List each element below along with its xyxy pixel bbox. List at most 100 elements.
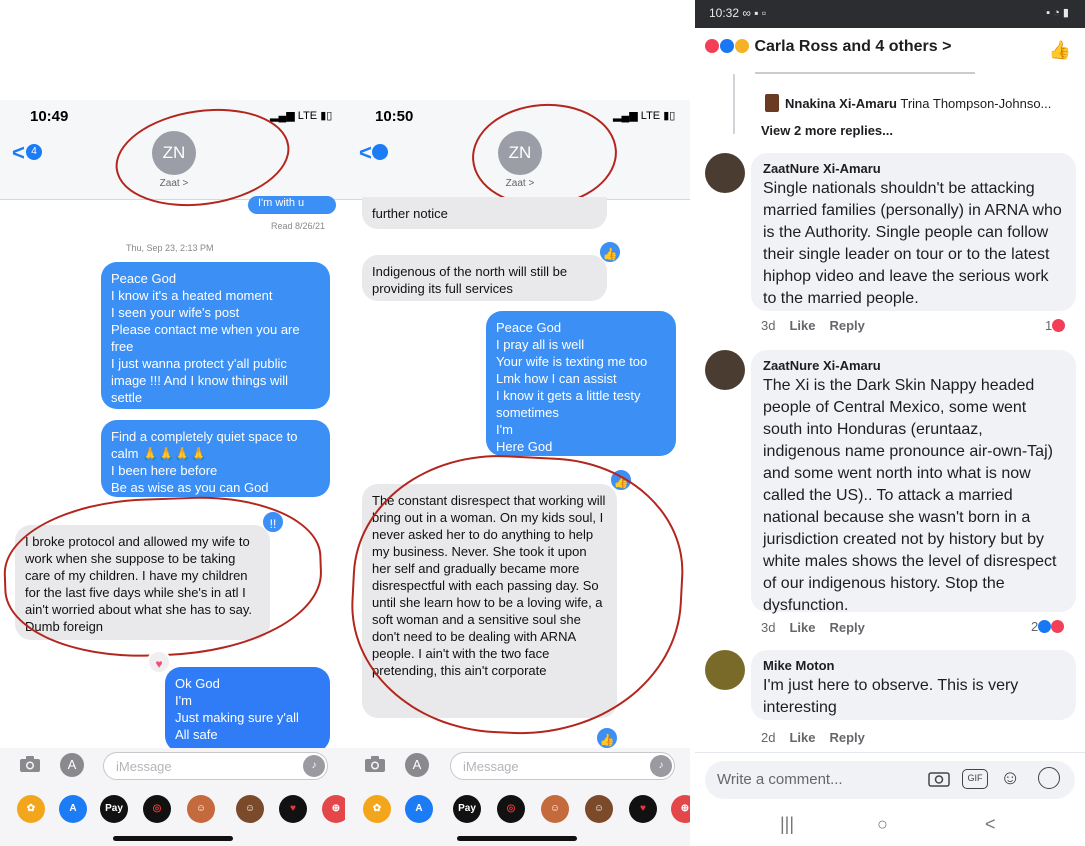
comment-author[interactable]: ZaatNure Xi-Amaru	[763, 160, 1064, 178]
app-store-icon[interactable]: A	[405, 753, 429, 777]
audio-record-icon[interactable]: ♪	[650, 755, 672, 777]
home-button[interactable]: ○	[877, 814, 888, 835]
android-nav-bar: ||| ○ <	[695, 806, 1085, 846]
web-search-icon[interactable]: ⊕	[322, 795, 345, 823]
status-icons: ▪ ◔ ▮	[1046, 7, 1069, 19]
thumbs-up-icon[interactable]: 👍	[1049, 40, 1071, 61]
compose-area: A iMessage ♪ ✿ A Pay ◎ ☺ ☺ ♥ ⊕	[0, 748, 345, 846]
hand-drawn-outline	[1, 492, 325, 662]
comment-actions: 3d Like Reply	[761, 620, 879, 635]
reply-preview-text: Trina Thompson-Johnso...	[900, 96, 1052, 111]
love-reaction-icon	[705, 39, 719, 53]
activity-icon[interactable]: ◎	[497, 795, 525, 823]
app-store-icon[interactable]: A	[59, 795, 87, 823]
message-sent-2[interactable]: Find a completely quiet space to calm 🙏🙏…	[101, 420, 330, 497]
back-button[interactable]: <	[985, 814, 996, 835]
apple-pay-icon[interactable]: Pay	[100, 795, 128, 823]
chevron-right-icon: >	[942, 38, 952, 55]
back-unread-badge[interactable]: 4	[26, 144, 42, 160]
like-button[interactable]: Like	[789, 730, 815, 745]
digital-touch-icon[interactable]: ♥	[629, 795, 657, 823]
reactions-header[interactable]: Carla Ross and 4 others >	[705, 38, 1075, 68]
comment-text: I'm just here to observe. This is very i…	[763, 677, 1019, 716]
like-button[interactable]: Like	[789, 318, 815, 333]
reaction-count[interactable]: 2	[1031, 619, 1065, 634]
facebook-comments-panel: 10:32 ∞ ▪ ▫ ▪ ◔ ▮ Carla Ross and 4 other…	[695, 0, 1085, 846]
message-sent-1[interactable]: Peace God I know it's a heated moment I …	[101, 262, 330, 409]
haha-reaction-icon	[735, 39, 749, 53]
comment-text: The Xi is the Dark Skin Nappy headed peo…	[763, 377, 1057, 614]
back-chevron-icon[interactable]: <	[12, 140, 25, 166]
commenter-avatar[interactable]	[705, 350, 745, 390]
back-chevron-icon[interactable]: <	[359, 140, 372, 166]
partial-actions-row	[755, 68, 975, 74]
imessage-panel-left: 10:49 ▂▄▆ LTE ▮▯ < 4 ZN Zaat > I'm with …	[0, 0, 345, 846]
commenter-avatar[interactable]	[705, 650, 745, 690]
photos-app-icon[interactable]: ✿	[17, 795, 45, 823]
compose-area: A iMessage ♪ ✿ A Pay ◎ ☺ ☺ ♥ ⊕	[345, 748, 690, 846]
camera-icon[interactable]	[363, 755, 387, 779]
home-indicator	[113, 836, 233, 841]
signal-icon: ▂▄▆	[270, 110, 298, 122]
notification-icons: ∞ ▪ ▫	[742, 6, 767, 20]
comment-text: Single nationals shouldn't be attacking …	[763, 180, 1062, 307]
android-status-bar: 10:32 ∞ ▪ ▫ ▪ ◔ ▮	[695, 0, 1085, 28]
like-reaction-icon	[1038, 620, 1052, 633]
comment-author[interactable]: ZaatNure Xi-Amaru	[763, 357, 1064, 375]
reply-preview[interactable]: Nnakina Xi-Amaru Trina Thompson-Johnso..…	[765, 94, 1080, 112]
message-sent-3[interactable]: Ok God I'm Just making sure y'all All sa…	[165, 667, 330, 752]
like-reaction-icon[interactable]: 👍	[595, 726, 619, 750]
comment-bubble[interactable]: ZaatNure Xi-Amaru The Xi is the Dark Ski…	[751, 350, 1076, 614]
memoji-icon[interactable]: ☺	[541, 795, 569, 823]
audio-record-icon[interactable]: ♪	[303, 755, 325, 777]
comment-bubble[interactable]: Mike Moton I'm just here to observe. Thi…	[751, 650, 1076, 720]
imessage-input[interactable]: iMessage	[103, 752, 328, 780]
digital-touch-icon[interactable]: ♥	[279, 795, 307, 823]
commenter-avatar[interactable]	[705, 153, 745, 193]
memoji-icon[interactable]: ☺	[187, 795, 215, 823]
like-button[interactable]: Like	[789, 620, 815, 635]
imessage-panel-right: 10:50 ▂▄▆ LTE ▮▯ < ZN Zaat > further not…	[345, 0, 690, 846]
reaction-count[interactable]: 1	[1045, 318, 1066, 333]
comment-time: 3d	[761, 318, 776, 333]
camera-icon[interactable]	[18, 755, 42, 779]
memoji-icon-2[interactable]: ☺	[236, 795, 264, 823]
app-tray: ✿ A Pay ◎ ☺ ☺ ♥ ⊕	[0, 795, 345, 823]
love-reaction-icon	[1052, 319, 1066, 332]
reply-button[interactable]: Reply	[829, 620, 864, 635]
message-sent-1[interactable]: Peace God I pray all is well Your wife i…	[486, 311, 676, 456]
app-store-icon[interactable]: A	[60, 753, 84, 777]
comment-composer: Write a comment... GIF ☺	[695, 752, 1085, 806]
comment-bubble[interactable]: ZaatNure Xi-Amaru Single nationals shoul…	[751, 153, 1076, 311]
emoji-icon[interactable]: ☺	[1000, 767, 1020, 790]
reply-author: Nnakina Xi-Amaru	[785, 96, 897, 111]
status-time: 10:50	[375, 108, 414, 125]
activity-icon[interactable]: ◎	[143, 795, 171, 823]
view-more-replies[interactable]: View 2 more replies...	[761, 123, 893, 138]
reply-avatar	[765, 94, 779, 112]
photos-app-icon[interactable]: ✿	[363, 795, 391, 823]
thread-line	[733, 74, 735, 134]
web-search-icon[interactable]: ⊕	[671, 795, 690, 823]
camera-icon[interactable]	[928, 769, 950, 792]
message-received-0[interactable]: further notice	[362, 197, 607, 229]
read-receipt: Read 8/26/21	[271, 221, 326, 231]
reply-button[interactable]: Reply	[829, 318, 864, 333]
message-received-1[interactable]: Indigenous of the north will still be pr…	[362, 255, 607, 301]
gif-icon[interactable]: GIF	[962, 769, 988, 789]
heart-reaction-icon[interactable]: ♥	[147, 650, 171, 674]
message-partial-top[interactable]: I'm with u	[248, 196, 336, 214]
apple-pay-icon[interactable]: Pay	[453, 795, 481, 823]
reactions-title: Carla Ross and 4 others	[754, 38, 938, 55]
reply-button[interactable]: Reply	[829, 730, 864, 745]
comment-author[interactable]: Mike Moton	[763, 657, 1064, 675]
app-store-icon[interactable]: A	[405, 795, 433, 823]
status-signal: ▂▄▆ LTE ▮▯	[613, 110, 676, 122]
back-unread-badge[interactable]	[372, 144, 388, 160]
recents-button[interactable]: |||	[780, 814, 794, 835]
imessage-input[interactable]: iMessage	[450, 752, 675, 780]
app-tray: ✿ A Pay ◎ ☺ ☺ ♥ ⊕	[345, 795, 690, 823]
sticker-icon[interactable]	[1038, 767, 1060, 789]
memoji-icon-2[interactable]: ☺	[585, 795, 613, 823]
comment-time: 2d	[761, 730, 776, 745]
